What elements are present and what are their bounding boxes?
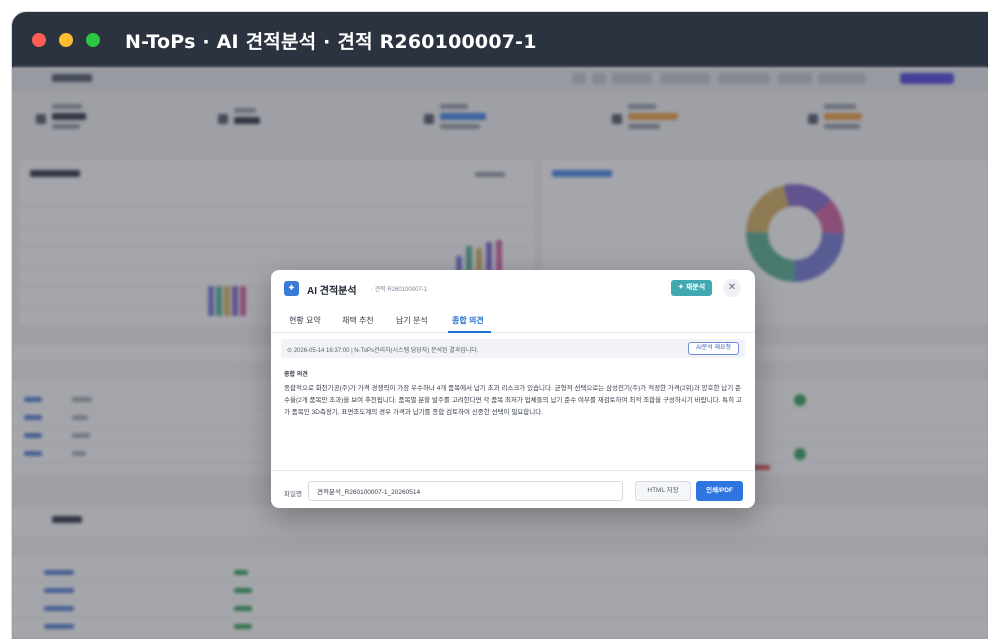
tab-recommendation[interactable]: 채택 추천 bbox=[342, 315, 374, 326]
re-request-analysis-button[interactable]: AI분석 재요청 bbox=[688, 342, 739, 355]
minimize-window-control[interactable] bbox=[59, 33, 73, 47]
active-tab-indicator bbox=[448, 331, 491, 333]
tab-delivery-analysis[interactable]: 납기 분석 bbox=[396, 315, 428, 326]
maximize-window-control[interactable] bbox=[86, 33, 100, 47]
reanalyze-button[interactable]: ✦ 재분석 bbox=[671, 280, 713, 296]
app-window: N-ToPs · AI 견적분석 · 견적 R260100007-1 ✦ AI … bbox=[12, 12, 988, 639]
modal-tabs: 현황 요약 채택 추천 납기 분석 종합 의견 bbox=[271, 309, 755, 333]
sparkle-icon: ✦ bbox=[284, 281, 299, 296]
file-name-label: 파일명 bbox=[284, 491, 302, 498]
window-title: N-ToPs · AI 견적분석 · 견적 R260100007-1 bbox=[125, 30, 537, 53]
modal-header: ✦ AI 견적분석 · 견적 R260100007-1 ✦ 재분석 ✕ bbox=[271, 270, 755, 306]
tab-overall-opinion[interactable]: 종합 의견 bbox=[452, 315, 484, 326]
section-title: 종합 의견 bbox=[284, 372, 308, 378]
tab-status-summary[interactable]: 현황 요약 bbox=[289, 315, 321, 326]
modal-title: AI 견적분석 bbox=[307, 286, 357, 297]
overall-opinion-text: 종합적으로 화천기공(주)가 가격 경쟁력이 가장 우수하나 4개 품목에서 납… bbox=[284, 385, 742, 416]
analysis-timestamp: ⊙ 2026-05-14 16:37:00 | N-ToPs관리자(시스템 담당… bbox=[287, 348, 479, 354]
modal-subtitle: · 견적 R260100007-1 bbox=[371, 287, 428, 293]
modal-footer: 파일명 HTML 저장 인쇄/PDF bbox=[271, 470, 755, 508]
save-html-button[interactable]: HTML 저장 bbox=[635, 481, 691, 501]
close-icon[interactable]: ✕ bbox=[723, 279, 741, 297]
close-window-control[interactable] bbox=[32, 33, 46, 47]
analysis-info-bar: ⊙ 2026-05-14 16:37:00 | N-ToPs관리자(시스템 담당… bbox=[281, 339, 745, 358]
file-name-input[interactable] bbox=[308, 481, 623, 501]
print-pdf-button[interactable]: 인쇄/PDF bbox=[696, 481, 743, 501]
ai-analysis-modal: ✦ AI 견적분석 · 견적 R260100007-1 ✦ 재분석 ✕ 현황 요… bbox=[271, 270, 755, 508]
title-bar: N-ToPs · AI 견적분석 · 견적 R260100007-1 bbox=[12, 12, 988, 68]
